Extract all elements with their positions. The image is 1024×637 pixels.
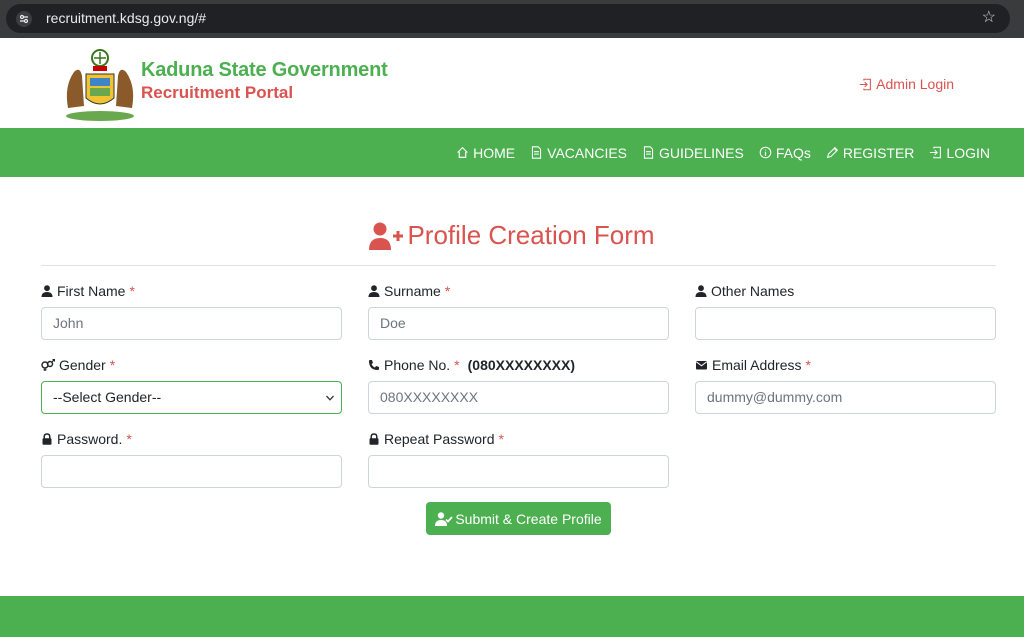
required-marker: * (498, 431, 504, 447)
gender-label-text: Gender (59, 357, 106, 373)
first-name-label: First Name * (41, 283, 135, 299)
user-check-icon (435, 511, 454, 526)
submit-button-label: Submit & Create Profile (455, 510, 602, 527)
lock-icon (42, 433, 52, 445)
required-marker: * (805, 357, 811, 373)
admin-login-label: Admin Login (876, 76, 954, 92)
gender-select[interactable]: --Select Gender-- (41, 381, 342, 414)
first-name-label-text: First Name (57, 283, 126, 299)
first-name-input[interactable]: John (41, 307, 342, 340)
user-icon (695, 285, 707, 297)
repeat-password-input[interactable] (368, 455, 669, 488)
phone-icon (369, 360, 379, 370)
password-label: Password. * (41, 431, 132, 447)
home-icon (457, 146, 468, 158)
phone-format-hint: (080XXXXXXXX) (467, 357, 576, 373)
site-subtitle: Recruitment Portal (141, 83, 294, 102)
gender-selected-value: --Select Gender-- (53, 389, 162, 405)
bookmark-star-icon[interactable]: ☆ (982, 9, 996, 27)
envelope-icon (695, 361, 708, 370)
surname-label-text: Surname (384, 283, 441, 299)
address-bar[interactable]: recruitment.kdsg.gov.ng/# ☆ (6, 4, 1010, 33)
nav-home[interactable]: HOME (456, 145, 515, 161)
site-info-icon[interactable] (16, 11, 32, 27)
chevron-down-icon (326, 395, 334, 401)
required-marker: * (454, 357, 460, 373)
phone-label: Phone No. * (080XXXXXXXX) (368, 357, 575, 373)
required-marker: * (129, 283, 135, 299)
user-icon (368, 285, 380, 297)
nav-guidelines[interactable]: GUIDELINES (642, 145, 744, 161)
browser-toolbar: recruitment.kdsg.gov.ng/# ☆ (0, 0, 1024, 38)
info-icon (759, 146, 772, 159)
url-text[interactable]: recruitment.kdsg.gov.ng/# (46, 10, 206, 26)
main-navbar: HOME VACANCIES GUIDELINES FAQs REGISTER … (0, 128, 1024, 177)
admin-login-link[interactable]: Admin Login (859, 76, 954, 92)
user-icon (41, 285, 53, 297)
required-marker: * (444, 283, 451, 299)
nav-faqs-label: FAQs (775, 144, 811, 161)
nav-login[interactable]: LOGIN (929, 145, 990, 161)
nav-vacancies[interactable]: VACANCIES (530, 145, 627, 161)
form-divider (41, 265, 996, 266)
nav-vacancies-label: VACANCIES (547, 144, 628, 161)
other-names-input[interactable] (695, 307, 996, 340)
pencil-icon (826, 146, 838, 159)
login-icon (859, 78, 872, 90)
nav-home-label: HOME (473, 144, 516, 161)
email-label-text: Email Address (712, 357, 802, 373)
phone-label-text: Phone No. (384, 357, 451, 373)
nav-register[interactable]: REGISTER (826, 144, 915, 161)
other-names-label: Other Names (695, 283, 794, 299)
required-marker: * (126, 431, 132, 447)
site-title: Kaduna State Government (141, 59, 388, 81)
email-label: Email Address * (695, 357, 811, 373)
form-title: Profile Creation Form (407, 220, 655, 250)
repeat-password-label-text: Repeat Password (384, 431, 495, 447)
submit-create-profile-button[interactable]: Submit & Create Profile (426, 502, 611, 535)
document-icon (532, 146, 542, 159)
login-icon (930, 146, 942, 159)
document-icon (643, 146, 654, 159)
surname-input[interactable]: Doe (368, 307, 669, 340)
nav-register-label: REGISTER (842, 144, 915, 161)
gender-icon (41, 359, 55, 371)
phone-input[interactable]: 080XXXXXXXX (368, 381, 669, 414)
gender-label: Gender * (41, 357, 115, 373)
form-heading: Profile Creation Form (0, 220, 1024, 251)
user-plus-icon (369, 222, 404, 250)
password-input[interactable] (41, 455, 342, 488)
nav-login-label: LOGIN (946, 144, 990, 161)
lock-icon (369, 433, 379, 445)
repeat-password-label: Repeat Password * (368, 431, 504, 447)
kaduna-coat-of-arms-logo (66, 49, 134, 121)
other-names-label-text: Other Names (711, 283, 795, 299)
email-input[interactable]: dummy@dummy.com (695, 381, 996, 414)
footer-bar (0, 596, 1024, 637)
nav-faqs[interactable]: FAQs (759, 145, 811, 161)
nav-guidelines-label: GUIDELINES (659, 144, 744, 161)
required-marker: * (109, 357, 116, 373)
surname-label: Surname * (368, 283, 450, 299)
password-label-text: Password. (57, 431, 123, 447)
